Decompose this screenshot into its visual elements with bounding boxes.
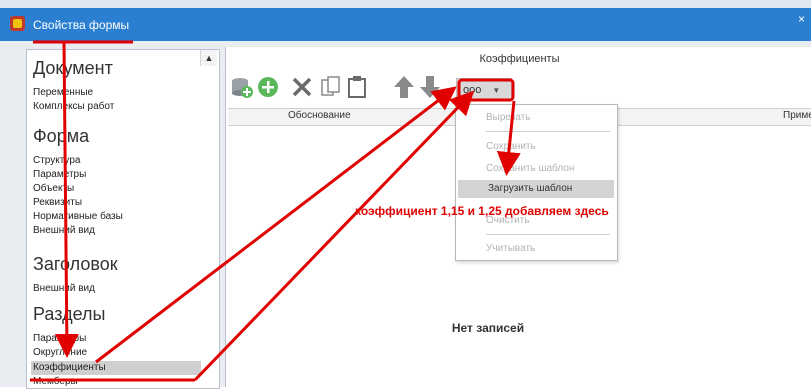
arrow-to-menu — [95, 86, 457, 364]
annotation-overlay — [30, 40, 521, 382]
arrow-to-load-template — [496, 100, 521, 176]
arrow-title-to-section — [54, 42, 79, 358]
arrow-to-more-button — [193, 90, 475, 382]
annotation-text: коэффициент 1,15 и 1,25 добавляем здесь — [355, 204, 609, 218]
